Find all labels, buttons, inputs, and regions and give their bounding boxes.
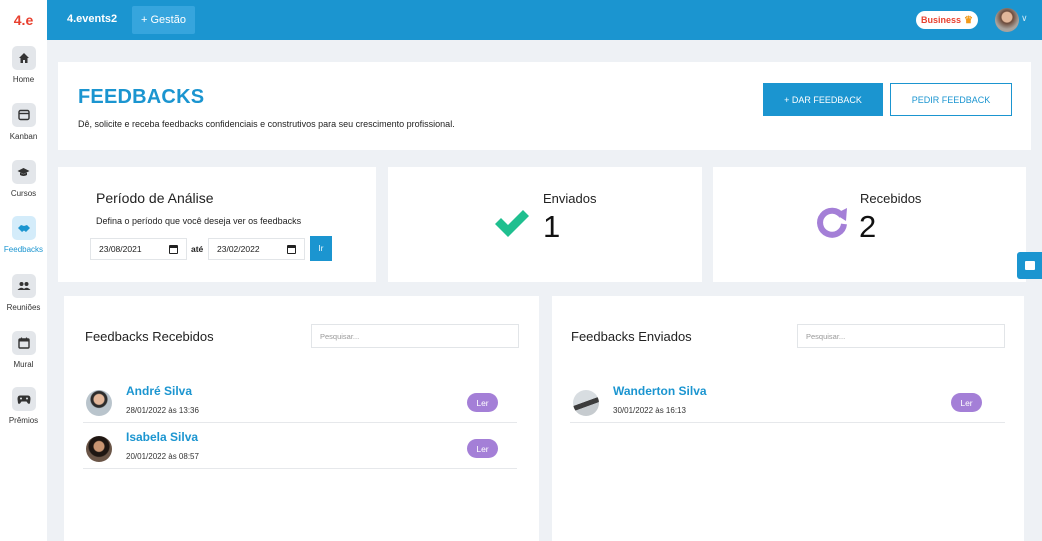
sent-search-input[interactable]: Pesquisar... bbox=[797, 324, 1005, 348]
business-label: Business bbox=[921, 15, 962, 25]
sent-list-title: Feedbacks Enviados bbox=[571, 329, 692, 344]
period-subtitle: Defina o período que você deseja ver os … bbox=[96, 216, 302, 226]
home-icon bbox=[11, 46, 36, 70]
gestao-button[interactable]: + Gestão bbox=[132, 6, 195, 34]
sidebar-item-label: Feedbacks bbox=[3, 245, 44, 254]
sidebar-item-label: Cursos bbox=[10, 189, 37, 198]
top-bar: 4.e 4.events2 + Gestão Business ♛ ∨ bbox=[0, 0, 1042, 40]
read-button[interactable]: Ler bbox=[467, 439, 498, 458]
read-button[interactable]: Ler bbox=[951, 393, 982, 412]
to-label: até bbox=[191, 244, 204, 254]
sent-stat-card: Enviados 1 bbox=[388, 167, 702, 282]
received-list-title: Feedbacks Recebidos bbox=[85, 329, 214, 344]
list-item[interactable]: André Silva 28/01/2022 às 13:36 Ler bbox=[83, 377, 517, 423]
user-avatar[interactable] bbox=[995, 8, 1019, 32]
sidebar-item-premios[interactable]: Prêmios bbox=[0, 387, 47, 443]
people-icon bbox=[11, 274, 36, 298]
sidebar-item-label: Prêmios bbox=[8, 416, 39, 425]
end-date-input[interactable]: 23/02/2022 bbox=[208, 238, 305, 260]
recipient-name[interactable]: Wanderton Silva bbox=[613, 384, 707, 398]
graduation-cap-icon bbox=[11, 160, 36, 184]
received-feedbacks-panel: Feedbacks Recebidos Pesquisar... André S… bbox=[64, 296, 539, 541]
received-stat-card: Recebidos 2 bbox=[713, 167, 1026, 282]
give-feedback-button[interactable]: + DAR FEEDBACK bbox=[763, 83, 883, 116]
business-badge[interactable]: Business ♛ bbox=[916, 11, 978, 29]
start-date-value: 23/08/2021 bbox=[99, 244, 142, 254]
avatar bbox=[86, 436, 112, 462]
calendar-icon[interactable] bbox=[287, 245, 296, 254]
sent-feedbacks-panel: Feedbacks Enviados Pesquisar... Wanderto… bbox=[552, 296, 1024, 541]
sidebar-item-reunioes[interactable]: Reuniões bbox=[0, 274, 47, 330]
sidebar-item-label: Home bbox=[12, 75, 35, 84]
start-date-input[interactable]: 23/08/2021 bbox=[90, 238, 187, 260]
sidebar-item-label: Reuniões bbox=[6, 303, 41, 312]
sidebar-item-cursos[interactable]: Cursos bbox=[0, 160, 47, 216]
end-date-value: 23/02/2022 bbox=[217, 244, 260, 254]
app-name[interactable]: 4.events2 bbox=[67, 13, 117, 25]
archive-icon bbox=[1024, 261, 1035, 270]
feedback-date: 28/01/2022 às 13:36 bbox=[126, 406, 199, 415]
sent-label: Enviados bbox=[543, 191, 597, 206]
gamepad-icon bbox=[11, 387, 36, 411]
sent-count: 1 bbox=[543, 209, 561, 244]
feedback-date: 20/01/2022 às 08:57 bbox=[126, 452, 199, 461]
handshake-icon bbox=[11, 216, 36, 240]
period-card: Período de Análise Defina o período que … bbox=[58, 167, 376, 282]
calendar-icon bbox=[11, 331, 36, 355]
read-button[interactable]: Ler bbox=[467, 393, 498, 412]
list-item[interactable]: Wanderton Silva 30/01/2022 às 16:13 Ler bbox=[570, 377, 1005, 423]
floating-side-button[interactable] bbox=[1017, 252, 1042, 279]
received-search-input[interactable]: Pesquisar... bbox=[311, 324, 519, 348]
sidebar-item-label: Mural bbox=[13, 360, 34, 369]
avatar bbox=[86, 390, 112, 416]
calendar-icon[interactable] bbox=[169, 245, 178, 254]
page-title: FEEDBACKS bbox=[78, 86, 205, 108]
received-label: Recebidos bbox=[860, 191, 922, 206]
kanban-icon bbox=[11, 103, 36, 127]
app-logo[interactable]: 4.e bbox=[0, 0, 47, 40]
page-header: FEEDBACKS Dê, solicite e receba feedback… bbox=[58, 62, 1031, 150]
page-subtitle: Dê, solicite e receba feedbacks confiden… bbox=[78, 119, 455, 129]
go-button[interactable]: Ir bbox=[310, 236, 332, 261]
period-title: Período de Análise bbox=[96, 190, 214, 206]
sidebar-item-mural[interactable]: Mural bbox=[0, 331, 47, 387]
crown-icon: ♛ bbox=[964, 14, 973, 26]
sender-name[interactable]: Isabela Silva bbox=[126, 430, 198, 444]
refresh-icon bbox=[817, 207, 847, 238]
avatar bbox=[573, 390, 599, 416]
sender-name[interactable]: André Silva bbox=[126, 384, 192, 398]
sidebar-item-kanban[interactable]: Kanban bbox=[0, 103, 47, 159]
list-item[interactable]: Isabela Silva 20/01/2022 às 08:57 Ler bbox=[83, 423, 517, 469]
check-icon bbox=[495, 210, 529, 237]
sidebar: Home Kanban Cursos Feedbacks Reuniões Mu… bbox=[0, 40, 47, 541]
received-count: 2 bbox=[859, 209, 877, 244]
feedback-date: 30/01/2022 às 16:13 bbox=[613, 406, 686, 415]
sidebar-item-label: Kanban bbox=[9, 132, 38, 141]
sidebar-item-feedbacks[interactable]: Feedbacks bbox=[0, 216, 47, 272]
ask-feedback-button[interactable]: PEDIR FEEDBACK bbox=[890, 83, 1012, 116]
chevron-down-icon[interactable]: ∨ bbox=[1021, 13, 1028, 24]
sidebar-item-home[interactable]: Home bbox=[0, 46, 47, 102]
